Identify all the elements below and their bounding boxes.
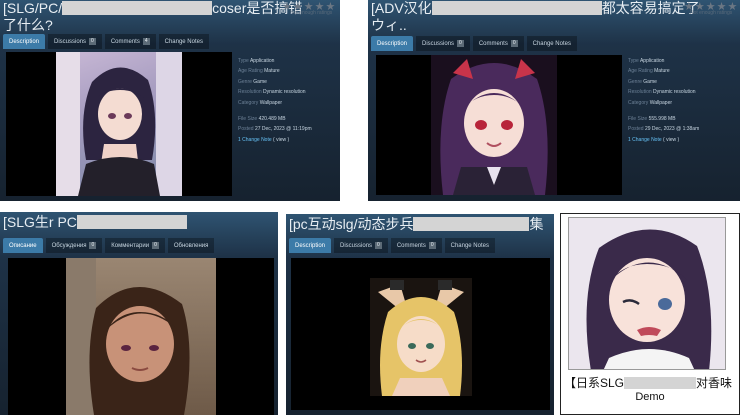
change-notes-link[interactable]: 1 Change Note — [238, 137, 272, 143]
tab-description[interactable]: Description — [371, 36, 414, 51]
ratings-note: Not enough ratings — [290, 10, 333, 16]
tab-discussions[interactable]: Обсуждения 0 — [45, 238, 103, 253]
preview-viewer[interactable] — [8, 258, 274, 415]
tab-comments[interactable]: Comments 0 — [390, 238, 442, 253]
redaction-bar — [76, 215, 187, 229]
tab-comments[interactable]: Comments 0 — [472, 36, 524, 51]
workshop-panel-2: [ADV汉化 都太容易搞定了 ウィ.. ★★★★★ Not enough rati… — [368, 0, 740, 201]
card-caption-demo: Demo — [635, 391, 665, 403]
promo-card: 【日系SLG 对香味 Demo — [560, 213, 740, 415]
preview-image — [370, 278, 472, 396]
redaction-bar — [62, 1, 213, 15]
tab-bar: Description Discussions 0 Comments 0 Chang… — [289, 238, 495, 253]
item-details: Type Application Age Rating Mature Genre… — [238, 58, 312, 143]
workshop-panel-4: [pc互动slg/动态步兵集 Description Discussions 0 … — [286, 214, 554, 415]
tab-description[interactable]: Описание — [3, 238, 43, 253]
workshop-panel-1: [SLG/PC/coser是否搞错 了什么? ★★★★★ Not enough … — [0, 0, 340, 201]
preview-image[interactable] — [568, 217, 726, 370]
preview-image — [431, 55, 557, 195]
tab-bar: Description Discussions 0 Comments 4 Chang… — [3, 34, 209, 49]
item-title: [SLG/PC/coser是否搞错 了什么? — [3, 0, 303, 33]
tab-description[interactable]: Description — [289, 238, 332, 253]
preview-viewer[interactable] — [291, 258, 550, 410]
tab-bar: Описание Обсуждения 0 Комментарии 0 Обновл… — [3, 238, 215, 253]
card-caption: 【日系SLG 对香味 — [564, 376, 733, 390]
workshop-panel-3: [SLG生r PC Описание Обсуждения 0 Комментар… — [0, 212, 278, 415]
tab-discussions[interactable]: Discussions 0 — [48, 34, 102, 49]
tab-change-notes[interactable]: Change Notes — [444, 238, 495, 253]
view-link[interactable]: ( view ) — [273, 137, 289, 143]
redaction-bar — [431, 1, 602, 15]
tab-discussions[interactable]: Discussions 0 — [334, 238, 388, 253]
tab-discussions[interactable]: Discussions 0 — [416, 36, 470, 51]
tab-change-notes[interactable]: Change Notes — [526, 36, 577, 51]
preview-image — [66, 258, 216, 415]
tab-comments[interactable]: Comments 4 — [104, 34, 156, 49]
item-title: [ADV汉化 都太容易搞定了 ウィ.. — [371, 0, 700, 33]
tab-comments[interactable]: Комментарии 0 — [105, 238, 165, 253]
tab-description[interactable]: Description — [3, 34, 46, 49]
preview-image — [56, 52, 182, 196]
view-link[interactable]: ( view ) — [663, 137, 679, 143]
tab-bar: Description Discussions 0 Comments 0 Chang… — [371, 36, 577, 51]
tab-change-notes[interactable]: Обновления — [167, 238, 215, 253]
ratings-note: Not enough ratings — [690, 10, 733, 16]
redaction-bar — [413, 217, 530, 231]
item-details: Type Application Age Rating Mature Genre… — [628, 58, 700, 143]
tab-change-notes[interactable]: Change Notes — [158, 34, 209, 49]
item-title: [pc互动slg/动态步兵集 — [289, 216, 544, 232]
item-title: [SLG生r PC — [3, 214, 187, 231]
redaction-bar — [624, 377, 697, 389]
change-notes-link[interactable]: 1 Change Note — [628, 137, 662, 143]
preview-viewer[interactable] — [376, 55, 622, 195]
preview-viewer[interactable] — [6, 52, 232, 196]
